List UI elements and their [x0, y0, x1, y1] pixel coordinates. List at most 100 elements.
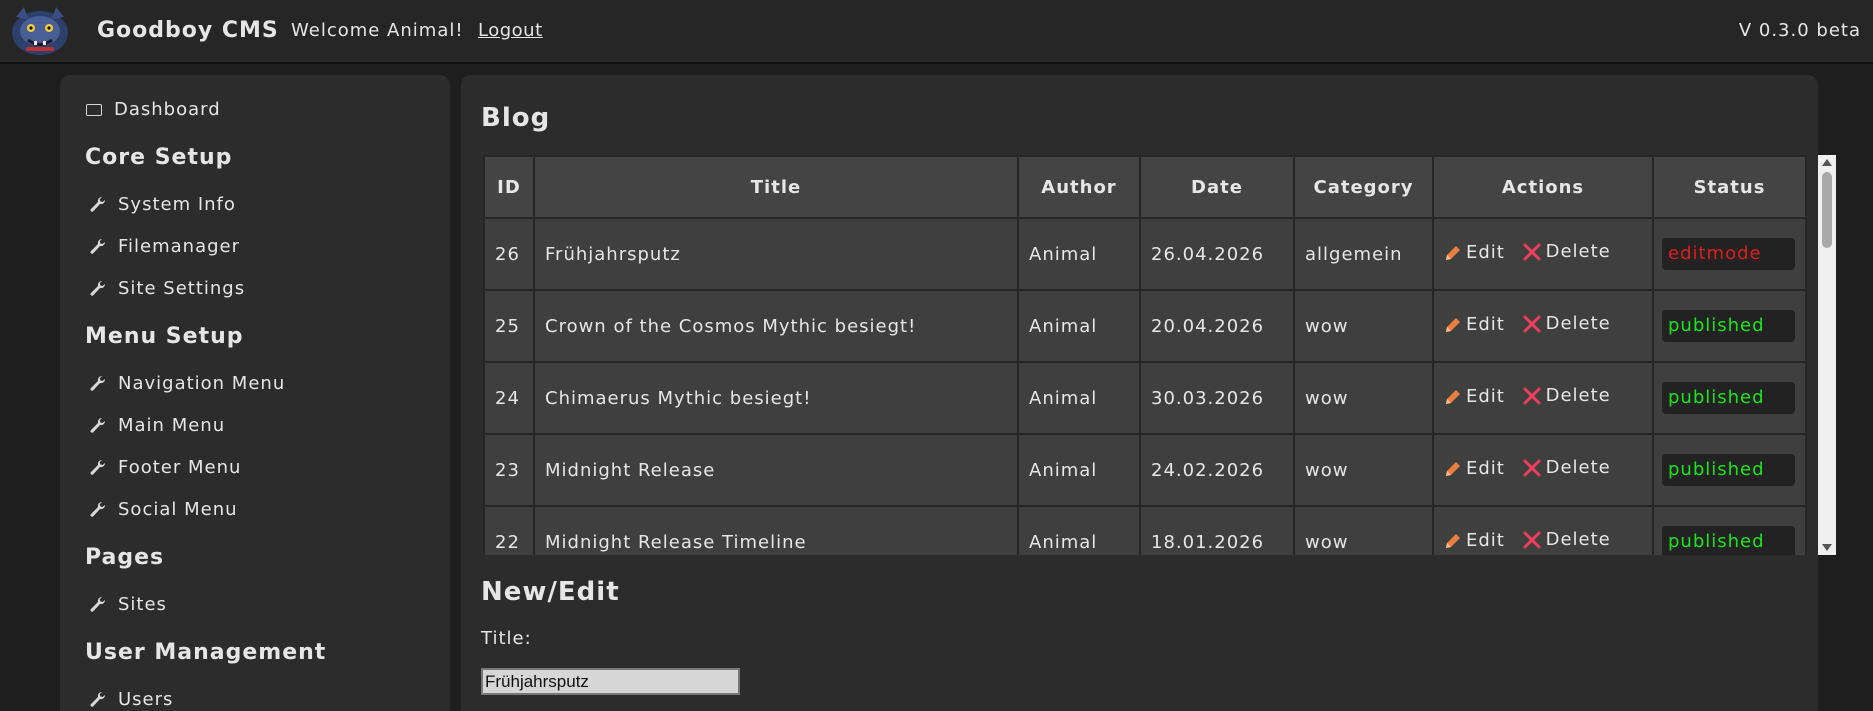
scroll-up-icon[interactable] — [1822, 159, 1832, 166]
delete-button[interactable]: Delete — [1522, 529, 1611, 550]
cell-title: Chimaerus Mythic besiegt! — [533, 361, 1019, 435]
sidebar-item-footer-menu[interactable]: Footer Menu — [88, 457, 241, 478]
cell-author: Animal — [1017, 433, 1141, 507]
delete-label: Delete — [1545, 313, 1611, 335]
delete-label: Delete — [1545, 385, 1611, 407]
delete-label: Delete — [1545, 529, 1611, 551]
cell-id: 24 — [483, 361, 535, 435]
cell-author: Animal — [1017, 217, 1141, 291]
pencil-icon — [1446, 317, 1460, 332]
monster-mascot-icon[interactable] — [8, 3, 72, 57]
blog-table-container[interactable]: ID Title Author Date Category Actions St… — [481, 155, 1837, 555]
status-badge: editmode — [1662, 238, 1795, 270]
section-core-setup: Core Setup — [85, 145, 233, 170]
sidebar-item-users[interactable]: Users — [88, 689, 173, 710]
sidebar-item-navigation-menu[interactable]: Navigation Menu — [88, 373, 285, 394]
table-header-row: ID Title Author Date Category Actions St… — [483, 155, 1807, 219]
app-brand: Goodboy CMS — [97, 18, 279, 43]
delete-button[interactable]: Delete — [1522, 241, 1611, 262]
delete-label: Delete — [1545, 457, 1611, 479]
cell-category: wow — [1293, 433, 1434, 507]
wrench-icon — [90, 459, 106, 475]
section-pages: Pages — [85, 545, 165, 570]
scroll-down-icon[interactable] — [1822, 544, 1832, 551]
edit-button[interactable]: Edit — [1444, 314, 1505, 335]
title-input[interactable] — [481, 668, 740, 695]
cell-status: published — [1652, 433, 1807, 507]
title-field-label: Title: — [481, 628, 532, 649]
sidebar-item-social-menu[interactable]: Social Menu — [88, 499, 238, 520]
edit-label: Edit — [1466, 242, 1505, 264]
cell-actions: Edit Delete — [1432, 289, 1654, 363]
sidebar-item-label: Social Menu — [118, 499, 238, 520]
column-header-author: Author — [1017, 155, 1141, 219]
cell-author: Animal — [1017, 289, 1141, 363]
status-badge: published — [1662, 526, 1795, 555]
table-scrollbar[interactable] — [1818, 155, 1836, 555]
table-row: 25 Crown of the Cosmos Mythic besiegt! A… — [483, 289, 1807, 363]
cell-id: 26 — [483, 217, 535, 291]
sidebar-item-label: Sites — [118, 594, 167, 615]
cell-actions: Edit Delete — [1432, 217, 1654, 291]
cell-actions: Edit Delete — [1432, 505, 1654, 555]
pencil-icon — [1446, 461, 1460, 476]
delete-button[interactable]: Delete — [1522, 457, 1611, 478]
blog-title: Blog — [481, 103, 551, 133]
cross-icon — [1523, 315, 1541, 333]
cell-author: Animal — [1017, 361, 1141, 435]
cross-icon — [1523, 243, 1541, 261]
table-row: 23 Midnight Release Animal 24.02.2026 wo… — [483, 433, 1807, 507]
edit-button[interactable]: Edit — [1444, 386, 1505, 407]
cell-category: allgemein — [1293, 217, 1434, 291]
wrench-icon — [90, 417, 106, 433]
sidebar-item-sites[interactable]: Sites — [88, 594, 167, 615]
section-user-management: User Management — [85, 640, 327, 665]
delete-label: Delete — [1545, 241, 1611, 263]
wrench-icon — [90, 596, 106, 612]
sidebar-item-label: Site Settings — [118, 278, 246, 299]
column-header-actions: Actions — [1432, 155, 1654, 219]
logout-link[interactable]: Logout — [478, 20, 543, 41]
pencil-icon — [1446, 533, 1460, 548]
cell-title: Crown of the Cosmos Mythic besiegt! — [533, 289, 1019, 363]
cell-date: 18.01.2026 — [1139, 505, 1295, 555]
cell-title: Midnight Release — [533, 433, 1019, 507]
column-header-status: Status — [1652, 155, 1807, 219]
cell-title: Frühjahrsputz — [533, 217, 1019, 291]
sidebar-item-label: Main Menu — [118, 415, 226, 436]
cell-category: wow — [1293, 289, 1434, 363]
edit-button[interactable]: Edit — [1444, 530, 1505, 551]
cell-status: published — [1652, 505, 1807, 555]
cell-id: 23 — [483, 433, 535, 507]
delete-button[interactable]: Delete — [1522, 313, 1611, 334]
cell-actions: Edit Delete — [1432, 361, 1654, 435]
section-menu-setup: Menu Setup — [85, 324, 244, 349]
cell-status: published — [1652, 361, 1807, 435]
cell-status: published — [1652, 289, 1807, 363]
sidebar-item-site-settings[interactable]: Site Settings — [88, 278, 245, 299]
sidebar-item-label: Users — [118, 689, 174, 710]
pencil-icon — [1446, 389, 1460, 404]
cell-title: Midnight Release Timeline — [533, 505, 1019, 555]
scrollbar-thumb[interactable] — [1822, 172, 1832, 248]
sidebar-item-label: Navigation Menu — [118, 373, 286, 394]
cell-status: editmode — [1652, 217, 1807, 291]
cell-id: 22 — [483, 505, 535, 555]
edit-button[interactable]: Edit — [1444, 458, 1505, 479]
edit-label: Edit — [1466, 530, 1505, 552]
sidebar-item-filemanager[interactable]: Filemanager — [88, 236, 240, 257]
sidebar-item-dashboard[interactable]: Dashboard — [86, 99, 221, 120]
sidebar-item-system-info[interactable]: System Info — [88, 194, 236, 215]
delete-button[interactable]: Delete — [1522, 385, 1611, 406]
main-panel: Blog ID Title Author Date Category Actio… — [461, 75, 1836, 711]
cell-category: wow — [1293, 361, 1434, 435]
wrench-icon — [90, 238, 106, 254]
edit-button[interactable]: Edit — [1444, 242, 1505, 263]
cell-actions: Edit Delete — [1432, 433, 1654, 507]
cross-icon — [1523, 459, 1541, 477]
cell-date: 24.02.2026 — [1139, 433, 1295, 507]
cell-author: Animal — [1017, 505, 1141, 555]
column-header-id: ID — [483, 155, 535, 219]
wrench-icon — [90, 375, 106, 391]
sidebar-item-main-menu[interactable]: Main Menu — [88, 415, 225, 436]
